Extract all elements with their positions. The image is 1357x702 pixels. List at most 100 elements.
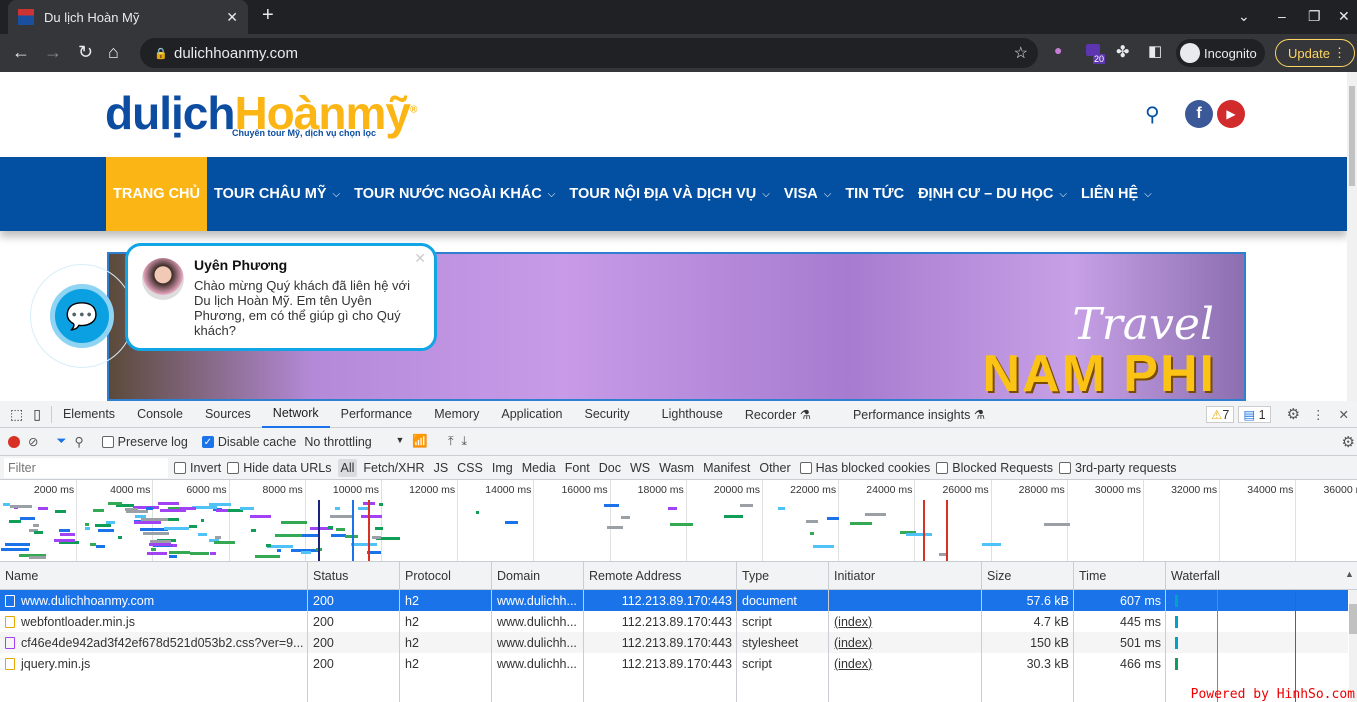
nav-item[interactable]: TOUR CHÂU MỸ ⌵ <box>207 157 347 231</box>
filter-type-css[interactable]: CSS <box>454 459 486 477</box>
table-row[interactable]: www.dulichhoanmy.com 200 h2 www.dulichh... 1… <box>0 590 1348 611</box>
filter-type-ws[interactable]: WS <box>627 459 653 477</box>
table-row[interactable]: cf46e4de942ad3f42ef678d521d053b2.css?ver… <box>0 632 1348 653</box>
nav-item[interactable]: LIÊN HỆ ⌵ <box>1074 157 1159 231</box>
scrollbar-thumb[interactable] <box>1349 86 1355 186</box>
tab-security[interactable]: Security <box>574 401 641 428</box>
column-header-remote-address[interactable]: Remote Address <box>583 562 736 589</box>
throttling-select[interactable]: No throttling ▼ <box>304 435 404 449</box>
close-tab-icon[interactable]: ✕ <box>226 9 238 26</box>
nav-item[interactable]: ĐỊNH CƯ – DU HỌC ⌵ <box>911 157 1074 231</box>
filter-type-js[interactable]: JS <box>431 459 452 477</box>
preserve-log-checkbox[interactable]: Preserve log <box>101 435 188 449</box>
filter-type-fetch-xhr[interactable]: Fetch/XHR <box>360 459 427 477</box>
side-panel-icon[interactable]: ◧ <box>1148 42 1162 60</box>
star-icon[interactable]: ☆ <box>1014 43 1028 63</box>
cell-initiator[interactable]: (index) <box>828 632 981 653</box>
tab-network[interactable]: Network <box>261 401 330 428</box>
clear-icon[interactable]: ⊘ <box>28 434 38 449</box>
import-har-icon[interactable]: ⤒ <box>448 434 454 449</box>
nav-item[interactable]: VISA ⌵ <box>777 157 838 231</box>
network-conditions-icon[interactable]: 📶 <box>412 434 428 449</box>
filter-type-manifest[interactable]: Manifest <box>700 459 753 477</box>
export-har-icon[interactable]: ⤓ <box>461 434 467 449</box>
close-devtools-icon[interactable]: ✕ <box>1339 407 1349 422</box>
close-window-icon[interactable]: ✕ <box>1338 8 1350 25</box>
search-icon[interactable]: ⚲ <box>1145 102 1160 127</box>
nav-item[interactable]: TRANG CHỦ <box>106 157 207 231</box>
nav-item[interactable]: TOUR NỘI ĐỊA VÀ DỊCH VỤ ⌵ <box>562 157 777 231</box>
blocked-requests-checkbox[interactable]: Blocked Requests <box>936 461 1053 475</box>
table-scrollbar[interactable] <box>1349 590 1357 702</box>
browser-tab[interactable]: Du lịch Hoàn Mỹ ✕ <box>8 0 248 34</box>
filter-type-font[interactable]: Font <box>562 459 593 477</box>
home-icon[interactable]: ⌂ <box>108 42 119 63</box>
table-row[interactable]: webfontloader.min.js 200 h2 www.dulichh... 1… <box>0 611 1348 632</box>
column-header-waterfall[interactable]: Waterfall <box>1165 562 1348 589</box>
network-overview-timeline[interactable]: 2000 ms 4000 ms 6000 ms 8000 ms 10000 ms 1200… <box>0 480 1357 562</box>
tab-lighthouse[interactable]: Lighthouse <box>651 401 734 428</box>
chat-button[interactable]: 💬 <box>50 284 114 348</box>
extensions-puzzle-icon[interactable]: ✤ <box>1116 42 1129 62</box>
search-icon[interactable]: ⚲ <box>75 434 84 449</box>
tab-performance-insights[interactable]: Performance insights ⚗ <box>842 401 996 428</box>
column-header-size[interactable]: Size <box>981 562 1073 589</box>
column-header-name[interactable]: Name <box>0 562 307 589</box>
device-toolbar-icon[interactable]: ▯ <box>29 405 52 423</box>
warnings-badge[interactable]: ⚠7 <box>1206 405 1235 423</box>
back-icon[interactable]: ← <box>12 42 30 63</box>
tab-sources[interactable]: Sources <box>194 401 262 428</box>
extension-icon[interactable]: ● <box>1054 42 1062 58</box>
column-header-initiator[interactable]: Initiator <box>828 562 981 589</box>
column-header-domain[interactable]: Domain <box>491 562 583 589</box>
filter-type-wasm[interactable]: Wasm <box>656 459 697 477</box>
table-row[interactable]: jquery.min.js 200 h2 www.dulichh... 112.213.… <box>0 653 1348 674</box>
minimize-icon[interactable]: – <box>1278 8 1286 24</box>
hide-data-urls-checkbox[interactable]: Hide data URLs <box>227 461 332 475</box>
third-party-checkbox[interactable]: 3rd-party requests <box>1059 461 1176 475</box>
nav-item[interactable]: TIN TỨC <box>838 157 911 231</box>
more-options-icon[interactable]: ⋮ <box>1312 407 1325 422</box>
invert-checkbox[interactable]: Invert <box>174 461 221 475</box>
tab-search-icon[interactable]: ⌄ <box>1238 8 1250 25</box>
cell-initiator[interactable]: (index) <box>828 611 981 632</box>
filter-type-other[interactable]: Other <box>756 459 793 477</box>
tab-console[interactable]: Console <box>126 401 194 428</box>
record-icon[interactable] <box>8 435 20 448</box>
tab-application[interactable]: Application <box>490 401 573 428</box>
youtube-icon[interactable]: ▶ <box>1217 100 1245 128</box>
new-tab-button[interactable]: + <box>262 4 274 27</box>
network-settings-icon[interactable]: ⚙ <box>1342 433 1355 451</box>
blocked-cookies-checkbox[interactable]: Has blocked cookies <box>799 461 930 475</box>
update-button[interactable]: Update ⋮ <box>1275 39 1355 67</box>
tab-memory[interactable]: Memory <box>423 401 490 428</box>
scrollbar-thumb[interactable] <box>1349 604 1357 634</box>
filter-icon[interactable]: ⏷ <box>56 434 66 449</box>
filter-type-all[interactable]: All <box>337 458 358 477</box>
incognito-indicator[interactable]: Incognito <box>1176 39 1265 67</box>
cell-initiator[interactable]: (index) <box>828 653 981 674</box>
disable-cache-checkbox[interactable]: ✓ Disable cache <box>201 435 296 449</box>
reload-icon[interactable]: ↻ <box>78 42 93 63</box>
tab-elements[interactable]: Elements <box>52 401 126 428</box>
filter-type-doc[interactable]: Doc <box>596 459 624 477</box>
forward-icon[interactable]: → <box>44 42 62 63</box>
column-header-time[interactable]: Time <box>1073 562 1165 589</box>
messages-badge[interactable]: ▤ 1 <box>1238 405 1271 423</box>
nav-item[interactable]: TOUR NƯỚC NGOÀI KHÁC ⌵ <box>347 157 562 231</box>
filter-type-media[interactable]: Media <box>519 459 559 477</box>
page-scrollbar[interactable] <box>1347 72 1357 401</box>
column-header-status[interactable]: Status <box>307 562 399 589</box>
address-bar[interactable]: 🔒 dulichhoanmy.com ☆ <box>140 38 1038 68</box>
filter-input[interactable] <box>4 457 168 478</box>
column-header-protocol[interactable]: Protocol <box>399 562 491 589</box>
tab-recorder[interactable]: Recorder ⚗ <box>734 401 822 428</box>
sort-icon[interactable]: ▲ <box>1345 569 1354 579</box>
column-header-type[interactable]: Type <box>736 562 828 589</box>
filter-type-img[interactable]: Img <box>489 459 516 477</box>
restore-icon[interactable]: ❐ <box>1308 8 1321 25</box>
facebook-icon[interactable]: f <box>1185 100 1213 128</box>
settings-icon[interactable]: ⚙ <box>1287 405 1300 423</box>
inspect-icon[interactable]: ⬚ <box>0 406 29 423</box>
close-icon[interactable]: ✕ <box>414 250 426 267</box>
